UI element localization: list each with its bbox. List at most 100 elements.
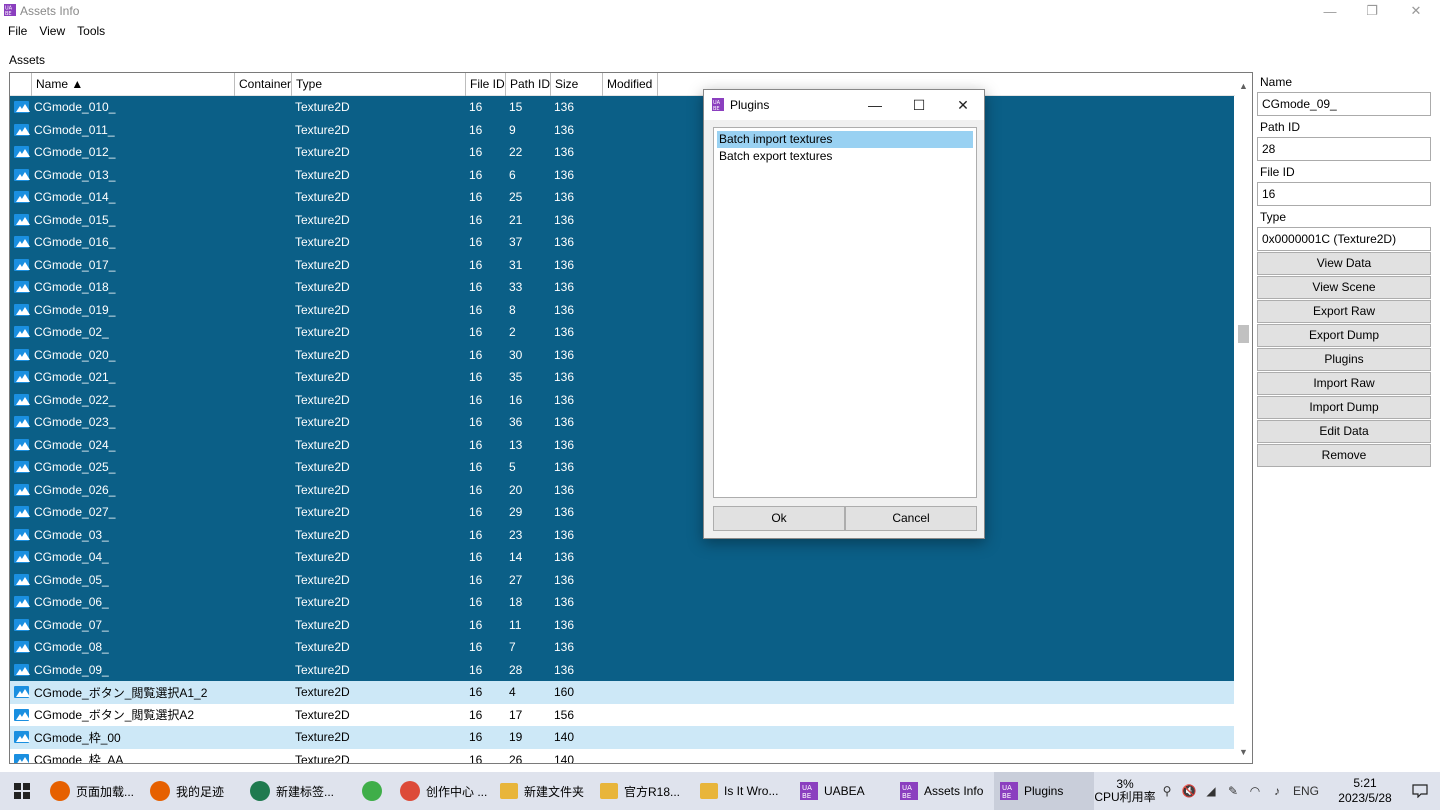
table-row[interactable]: CGmode_09_ Texture2D 16 28 136 xyxy=(10,658,1234,681)
language-indicator[interactable]: ENG xyxy=(1290,784,1322,798)
table-row[interactable]: CGmode_07_ Texture2D 16 11 136 xyxy=(10,613,1234,636)
cell-type: Texture2D xyxy=(295,707,350,722)
scrollbar-thumb[interactable] xyxy=(1238,325,1249,343)
table-row[interactable]: CGmode_021_ Texture2D 16 35 136 xyxy=(10,366,1234,389)
table-row[interactable]: CGmode_ボタン_閲覧選択A1_2 Texture2D 16 4 160 xyxy=(10,681,1234,704)
wifi-icon[interactable]: ◠ xyxy=(1246,784,1264,798)
import-dump-button[interactable]: Import Dump xyxy=(1257,396,1431,419)
column-header-name[interactable]: Name ▲ xyxy=(32,73,235,96)
plugins-button[interactable]: Plugins xyxy=(1257,348,1431,371)
taskbar-item[interactable]: 新建标签... xyxy=(244,772,356,810)
close-button[interactable]: ✕ xyxy=(1394,0,1438,22)
dialog-titlebar: UA BE Plugins — ☐ ✕ xyxy=(704,90,984,120)
taskbar-item[interactable] xyxy=(356,772,394,810)
dialog-maximize-button[interactable]: ☐ xyxy=(897,90,941,120)
export-dump-button[interactable]: Export Dump xyxy=(1257,324,1431,347)
taskbar-item[interactable]: 官方R18... xyxy=(594,772,694,810)
column-header-type[interactable]: Type xyxy=(292,73,466,96)
menu-view[interactable]: View xyxy=(33,22,71,40)
maximize-button[interactable]: ❐ xyxy=(1350,0,1394,22)
scroll-up-arrow-icon[interactable]: ▲ xyxy=(1239,81,1248,91)
table-row[interactable]: CGmode_017_ Texture2D 16 31 136 xyxy=(10,253,1234,276)
import-raw-button[interactable]: Import Raw xyxy=(1257,372,1431,395)
column-header-modified[interactable]: Modified xyxy=(603,73,658,96)
cpu-meter[interactable]: 3% CPU利用率 xyxy=(1094,778,1156,804)
table-row[interactable]: CGmode_ボタン_閲覧選択A2 Texture2D 16 17 156 xyxy=(10,703,1234,726)
texture-image-icon xyxy=(10,641,32,654)
table-row[interactable]: CGmode_023_ Texture2D 16 36 136 xyxy=(10,411,1234,434)
taskbar-item[interactable]: 创作中心 ... xyxy=(394,772,494,810)
notification-button[interactable] xyxy=(1400,784,1440,798)
ok-button[interactable]: Ok xyxy=(713,506,845,531)
taskbar-item-label: 我的足迹 xyxy=(176,784,225,799)
table-row[interactable]: CGmode_枠_00 Texture2D 16 19 140 xyxy=(10,726,1234,749)
taskbar-item[interactable]: 页面加载... xyxy=(44,772,144,810)
dialog-minimize-button[interactable]: — xyxy=(853,90,897,120)
type-field[interactable]: 0x0000001C (Texture2D) xyxy=(1257,227,1431,251)
table-row[interactable]: CGmode_枠_AA Texture2D 16 26 140 xyxy=(10,748,1234,763)
cell-path-id: 7 xyxy=(509,640,516,655)
window-title: Assets Info xyxy=(20,4,80,18)
table-row[interactable]: CGmode_022_ Texture2D 16 16 136 xyxy=(10,388,1234,411)
table-row[interactable]: CGmode_03_ Texture2D 16 23 136 xyxy=(10,523,1234,546)
table-row[interactable]: CGmode_019_ Texture2D 16 8 136 xyxy=(10,298,1234,321)
volume-muted-icon[interactable]: 🔇 xyxy=(1180,784,1198,798)
scroll-down-arrow-icon[interactable]: ▼ xyxy=(1239,747,1248,757)
table-row[interactable]: CGmode_015_ Texture2D 16 21 136 xyxy=(10,208,1234,231)
taskbar-item[interactable]: 我的足迹 xyxy=(144,772,244,810)
cancel-button[interactable]: Cancel xyxy=(845,506,977,531)
start-button[interactable] xyxy=(0,772,44,810)
table-row[interactable]: CGmode_024_ Texture2D 16 13 136 xyxy=(10,433,1234,456)
column-header-size[interactable]: Size xyxy=(551,73,603,96)
cell-size: 136 xyxy=(554,640,575,655)
table-row[interactable]: CGmode_02_ Texture2D 16 2 136 xyxy=(10,321,1234,344)
table-row[interactable]: CGmode_018_ Texture2D 16 33 136 xyxy=(10,276,1234,299)
table-row[interactable]: CGmode_010_ Texture2D 16 15 136 xyxy=(10,96,1234,119)
search-icon[interactable]: ⚲ xyxy=(1158,784,1176,798)
column-header-path-id[interactable]: Path ID xyxy=(506,73,551,96)
taskbar-item-label: Plugins xyxy=(1024,784,1064,798)
pen-icon[interactable]: ✎ xyxy=(1224,784,1242,798)
column-header-file-id[interactable]: File ID xyxy=(466,73,506,96)
table-row[interactable]: CGmode_014_ Texture2D 16 25 136 xyxy=(10,186,1234,209)
export-raw-button[interactable]: Export Raw xyxy=(1257,300,1431,323)
table-row[interactable]: CGmode_016_ Texture2D 16 37 136 xyxy=(10,231,1234,254)
table-row[interactable]: CGmode_05_ Texture2D 16 27 136 xyxy=(10,568,1234,591)
table-row[interactable]: CGmode_012_ Texture2D 16 22 136 xyxy=(10,141,1234,164)
taskbar-item[interactable]: UA BE Assets Info xyxy=(894,772,994,810)
file-id-field[interactable]: 16 xyxy=(1257,182,1431,206)
menu-tools[interactable]: Tools xyxy=(71,22,111,40)
view-data-button[interactable]: View Data xyxy=(1257,252,1431,275)
taskbar-item[interactable]: UA BE UABEA xyxy=(794,772,894,810)
cell-size: 136 xyxy=(554,392,575,407)
vertical-scrollbar[interactable]: ▲ ▼ xyxy=(1235,73,1252,763)
view-scene-button[interactable]: View Scene xyxy=(1257,276,1431,299)
table-row[interactable]: CGmode_013_ Texture2D 16 6 136 xyxy=(10,163,1234,186)
speaker-icon[interactable]: ♪ xyxy=(1268,784,1286,798)
path-id-field[interactable]: 28 xyxy=(1257,137,1431,161)
table-row[interactable]: CGmode_020_ Texture2D 16 30 136 xyxy=(10,343,1234,366)
flag-icon[interactable]: ◢ xyxy=(1202,784,1220,798)
name-field[interactable]: CGmode_09_ xyxy=(1257,92,1431,116)
taskbar-item[interactable]: Is It Wro... xyxy=(694,772,794,810)
table-row[interactable]: CGmode_08_ Texture2D 16 7 136 xyxy=(10,636,1234,659)
column-header-container[interactable]: Container xyxy=(235,73,292,96)
table-row[interactable]: CGmode_06_ Texture2D 16 18 136 xyxy=(10,591,1234,614)
table-row[interactable]: CGmode_025_ Texture2D 16 5 136 xyxy=(10,456,1234,479)
table-row[interactable]: CGmode_027_ Texture2D 16 29 136 xyxy=(10,501,1234,524)
clock[interactable]: 5:21 2023/5/28 xyxy=(1330,776,1400,806)
plugin-item-batch-export[interactable]: Batch export textures xyxy=(717,148,973,165)
edit-data-button[interactable]: Edit Data xyxy=(1257,420,1431,443)
table-row[interactable]: CGmode_026_ Texture2D 16 20 136 xyxy=(10,478,1234,501)
taskbar-item[interactable]: UA BE Plugins xyxy=(994,772,1094,810)
minimize-button[interactable]: — xyxy=(1308,0,1352,22)
taskbar-item[interactable]: 新建文件夹 xyxy=(494,772,594,810)
cell-path-id: 6 xyxy=(509,167,516,182)
cell-name: CGmode_06_ xyxy=(34,595,109,610)
remove-button[interactable]: Remove xyxy=(1257,444,1431,467)
dialog-close-button[interactable]: ✕ xyxy=(941,90,985,120)
table-row[interactable]: CGmode_011_ Texture2D 16 9 136 xyxy=(10,118,1234,141)
menu-file[interactable]: File xyxy=(0,22,33,40)
table-row[interactable]: CGmode_04_ Texture2D 16 14 136 xyxy=(10,546,1234,569)
plugin-item-batch-import[interactable]: Batch import textures xyxy=(717,131,973,148)
